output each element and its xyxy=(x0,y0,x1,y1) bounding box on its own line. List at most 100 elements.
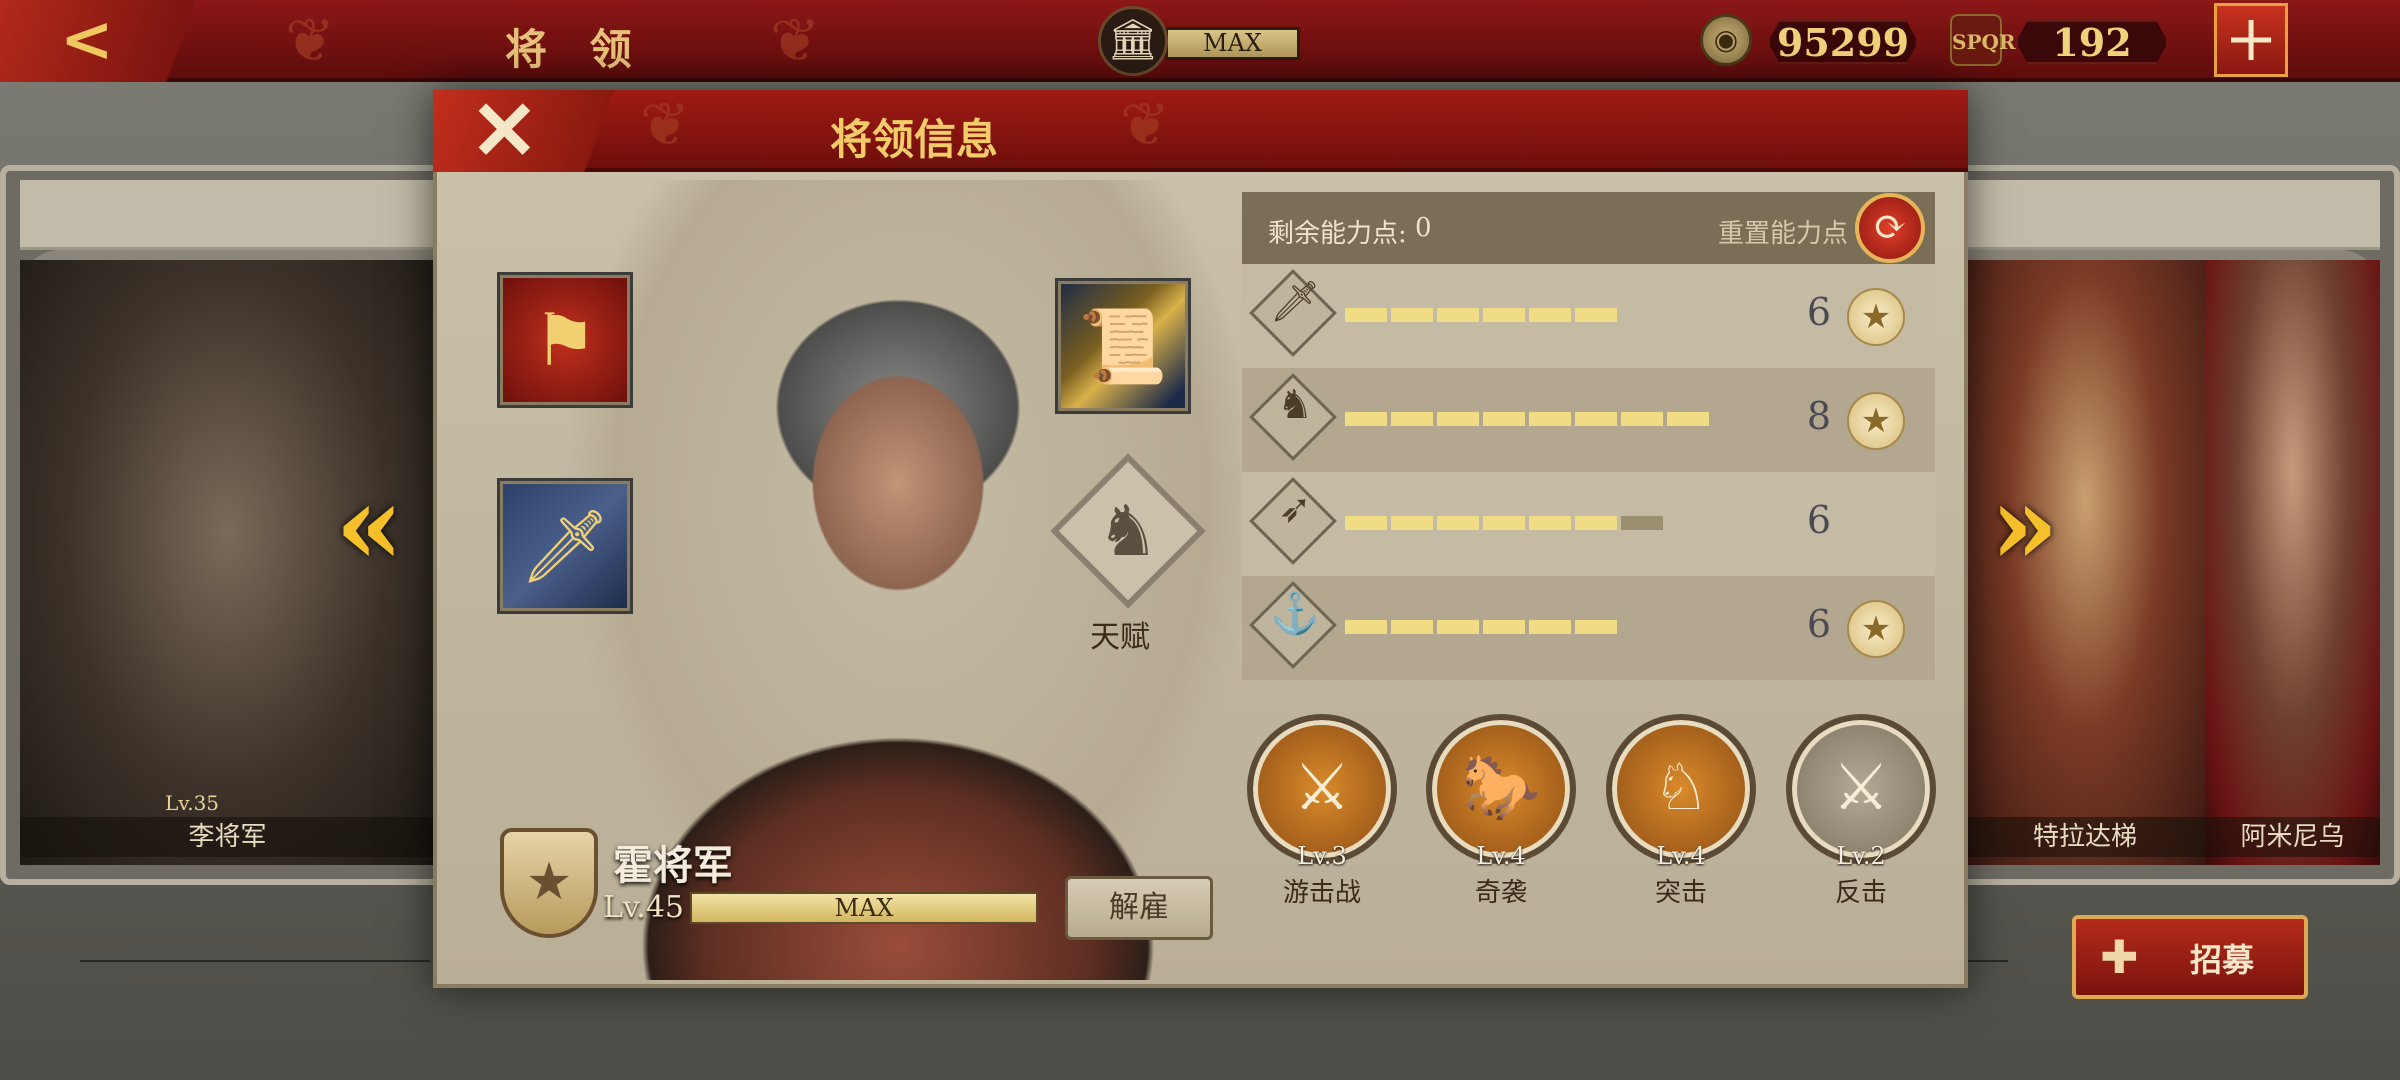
divider xyxy=(1968,960,2008,962)
skill-name: 突击 xyxy=(1654,878,1707,908)
talent-label: 天赋 xyxy=(1090,620,1150,655)
general-card-right-2[interactable]: 阿米尼乌 xyxy=(2205,260,2380,865)
reset-points-label: 重置能力点 xyxy=(1718,219,1849,249)
skill-name: 反击 xyxy=(1834,878,1887,908)
close-icon: ✕ xyxy=(470,83,539,179)
star-medal-icon: ★ xyxy=(1847,288,1905,346)
general-portrait xyxy=(2205,260,2380,865)
page-title: 将 领 xyxy=(505,25,646,74)
stat-row: ⚓ 6 ★ xyxy=(1242,576,1935,680)
stat-bar xyxy=(1345,516,1663,530)
stat-bar-segment xyxy=(1483,308,1525,322)
stat-bar-segment xyxy=(1345,516,1387,530)
general-level: Lv.35 xyxy=(165,791,220,815)
stat-bar-segment xyxy=(1391,412,1433,426)
coin-count: 95299 xyxy=(1768,20,1918,64)
star-medal-icon: ★ xyxy=(1847,600,1905,658)
stat-bar-segment xyxy=(1483,412,1525,426)
coin-icon: ◉ xyxy=(1700,14,1752,66)
stat-bar-segment xyxy=(1391,308,1433,322)
legion-banner-icon: ⚑ xyxy=(532,298,598,382)
stat-bar-segment xyxy=(1345,620,1387,634)
dismiss-button[interactable]: 解雇 xyxy=(1065,876,1213,940)
add-currency-button[interactable]: + xyxy=(2214,3,2288,77)
skill-counterattack[interactable]: ⚔ Lv.2 反击 xyxy=(1786,714,1936,909)
scroll-icon: 📜 xyxy=(1078,304,1168,388)
stat-bar-segment xyxy=(1575,308,1617,322)
skill-ambush[interactable]: 🐎 Lv.4 奇袭 xyxy=(1426,714,1576,909)
star-medal-icon: ★ xyxy=(1847,392,1905,450)
stat-bar-segment xyxy=(1529,308,1571,322)
rank-star-badge-icon: ★ xyxy=(500,828,598,938)
stat-bar-segment xyxy=(1345,412,1387,426)
stat-bar-segment xyxy=(1667,412,1709,426)
stat-bar-segment xyxy=(1575,412,1617,426)
laurel-icon: ❦ xyxy=(285,6,336,76)
sword-icon: 🗡 xyxy=(1269,279,1321,325)
general-name: 阿米尼乌 xyxy=(2205,817,2380,857)
laurel-icon: ❦ xyxy=(1120,90,1171,160)
stat-row: 🗡 6 ★ xyxy=(1242,264,1935,368)
spqr-emblem-icon: SPQR xyxy=(1950,14,2016,66)
horse-head-icon: ♞ xyxy=(1096,490,1160,572)
stat-bar-segment xyxy=(1391,620,1433,634)
stat-row: ➶ 6 xyxy=(1242,472,1935,576)
bow-icon: ➶ xyxy=(1278,486,1312,532)
skill-level: Lv.3 xyxy=(1297,842,1347,870)
stat-bar-segment xyxy=(1621,412,1663,426)
remaining-points-label: 剩余能力点: xyxy=(1268,219,1407,249)
skill-name: 奇袭 xyxy=(1474,878,1527,908)
general-name: 特拉达梯 xyxy=(1965,817,2205,857)
stat-bar xyxy=(1345,412,1709,426)
experience-bar: MAX xyxy=(690,892,1038,924)
back-arrow-icon: < xyxy=(60,2,114,77)
helmet-plus-icon: ✚ xyxy=(2100,930,2139,984)
anchor-icon: ⚓ xyxy=(1270,591,1320,637)
stat-bar-segment xyxy=(1483,620,1525,634)
stat-bar-segment xyxy=(1437,412,1479,426)
skill-name: 游击战 xyxy=(1282,878,1361,908)
stat-row: ♞ 8 ★ xyxy=(1242,368,1935,472)
stat-bar-segment xyxy=(1529,516,1571,530)
remaining-points-value: 0 xyxy=(1415,213,1432,243)
stat-bar-segment xyxy=(1529,412,1571,426)
stat-bar-segment xyxy=(1575,516,1617,530)
next-general-arrow-icon[interactable]: » xyxy=(1990,470,2059,580)
skill-level: Lv.4 xyxy=(1476,842,1526,870)
stat-bar-segment xyxy=(1437,308,1479,322)
stat-bar xyxy=(1345,620,1617,634)
stat-value: 8 xyxy=(1806,394,1832,438)
laurel-icon: ❦ xyxy=(640,90,691,160)
stat-value: 6 xyxy=(1806,290,1832,334)
equipment-slot-weapon[interactable]: 🗡 xyxy=(497,478,633,614)
stat-bar-segment xyxy=(1437,620,1479,634)
bank-capacity-value: MAX xyxy=(1168,30,1297,57)
temple-icon[interactable]: 🏛 xyxy=(1098,6,1168,76)
general-name: 霍将军 xyxy=(613,842,733,889)
previous-general-arrow-icon[interactable]: « xyxy=(335,470,404,580)
stat-bar-segment xyxy=(1391,516,1433,530)
honor-count: 192 xyxy=(2016,20,2168,64)
skill-guerrilla[interactable]: ⚔ Lv.3 游击战 xyxy=(1247,714,1397,909)
recruit-label: 招募 xyxy=(2190,941,2255,979)
back-button[interactable] xyxy=(0,0,230,82)
equipment-slot-banner[interactable]: ⚑ xyxy=(497,272,633,408)
stat-value: 6 xyxy=(1806,498,1832,542)
dialog-title: 将领信息 xyxy=(830,115,999,164)
skill-level: Lv.4 xyxy=(1656,842,1706,870)
stat-bar-segment xyxy=(1529,620,1571,634)
skill-level: Lv.2 xyxy=(1836,842,1886,870)
stat-bar-segment xyxy=(1483,516,1525,530)
divider xyxy=(80,960,430,962)
general-name: 李将军 xyxy=(20,817,435,857)
laurel-icon: ❦ xyxy=(770,6,821,76)
stat-bar-segment xyxy=(1621,516,1663,530)
stat-bar xyxy=(1345,308,1617,322)
stat-value: 6 xyxy=(1806,602,1832,646)
reset-points-button[interactable]: ⟳ xyxy=(1855,193,1925,263)
skill-charge[interactable]: ♘ Lv.4 突击 xyxy=(1606,714,1756,909)
stat-bar-segment xyxy=(1437,516,1479,530)
equipment-slot-scroll[interactable]: 📜 xyxy=(1055,278,1191,414)
general-level: Lv.45 xyxy=(603,890,685,925)
stat-bar-segment xyxy=(1345,308,1387,322)
